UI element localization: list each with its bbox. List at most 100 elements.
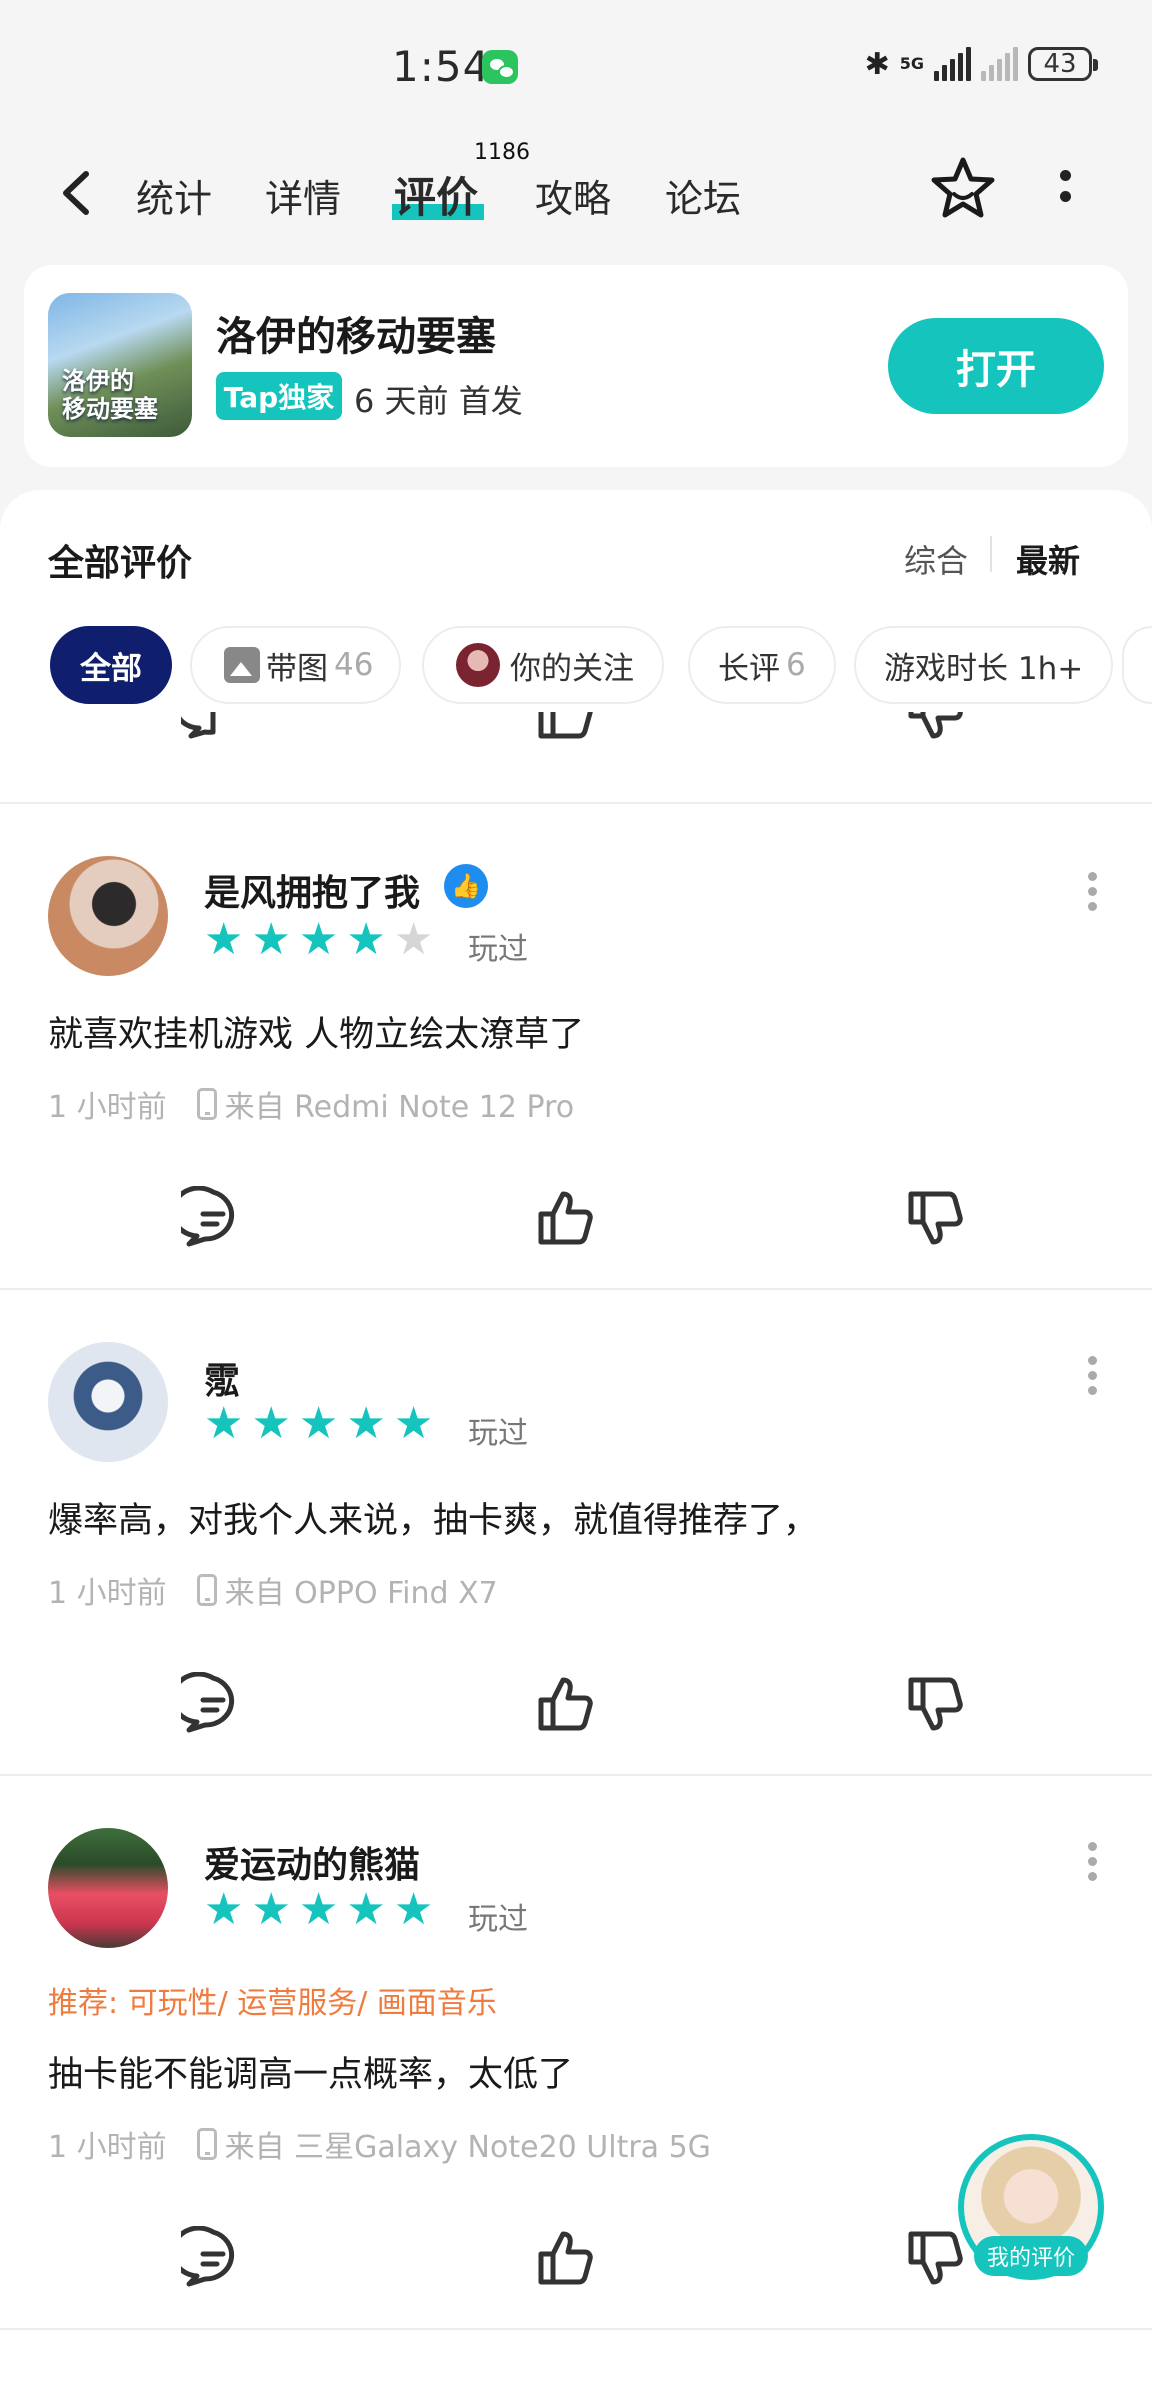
star-rating: ★ ★ ★ ★ ★ [204, 918, 433, 962]
bluetooth-icon: ✱ [864, 46, 890, 82]
sort-divider [990, 536, 992, 572]
reviews-title: 全部评价 [48, 543, 193, 584]
phone-icon [196, 1574, 217, 1606]
prev-review-actions [0, 712, 1152, 762]
comment-icon[interactable] [181, 1672, 245, 1736]
filter-label: 你的关注 [510, 650, 634, 687]
battery-icon: 43 [1028, 47, 1098, 81]
review-text[interactable]: 爆率高，对我个人来说，抽卡爽，就值得推荐了， [48, 1492, 818, 1543]
star-rating: ★ ★ ★ ★ ★ [204, 1402, 433, 1446]
wechat-notification-icon [482, 50, 518, 84]
open-game-button[interactable]: 打开 [888, 318, 1104, 414]
game-title[interactable]: 洛伊的移动要塞 [216, 304, 496, 362]
play-status: 玩过 [468, 1416, 528, 1451]
review-divider [0, 1774, 1152, 1776]
filter-count: 6 [786, 647, 806, 683]
review-meta: 1 小时前 来自 三星Galaxy Note20 Ultra 5G [48, 2122, 711, 2166]
avatar[interactable] [48, 1828, 168, 1948]
review-meta: 1 小时前 来自 OPPO Find X7 [48, 1568, 498, 1612]
verified-icon: 👍 [444, 864, 488, 908]
star-icon: ★ [298, 1398, 339, 1449]
filter-all[interactable]: 全部 [50, 626, 172, 704]
thumbs-up-icon[interactable] [533, 2226, 597, 2290]
sort-latest[interactable]: 最新 [1016, 536, 1080, 582]
more-options-icon[interactable] [1060, 170, 1072, 214]
thumbs-down-icon[interactable] [903, 1672, 967, 1736]
star-icon: ★ [393, 1884, 434, 1935]
review-device: 来自 OPPO Find X7 [224, 1576, 498, 1611]
release-info: 6 天前 首发 [354, 382, 523, 420]
signal-2-icon [981, 47, 1018, 81]
star-icon: ★ [251, 914, 291, 965]
comment-icon[interactable] [181, 1186, 245, 1250]
avatar[interactable] [48, 1342, 168, 1462]
thumbs-down-icon[interactable] [903, 2226, 967, 2290]
filter-count: 46 [334, 647, 374, 683]
review-username[interactable]: 是风拥抱了我 [204, 864, 420, 916]
battery-level: 43 [1043, 49, 1077, 79]
thumbs-up-icon[interactable] [533, 712, 597, 744]
review-divider [0, 802, 1152, 804]
status-time: 1:54 [392, 42, 491, 91]
game-icon-text: 洛伊的 移动要塞 [62, 367, 158, 423]
tab-guides[interactable]: 攻略 [535, 168, 611, 223]
review-username[interactable]: 霐 [204, 1352, 240, 1404]
reviews-panel [0, 490, 1152, 2390]
game-icon[interactable]: 洛伊的 移动要塞 [48, 293, 192, 437]
phone-icon [196, 2128, 217, 2160]
network-type: 5G [899, 54, 924, 73]
star-icon: ★ [298, 1884, 339, 1935]
signal-icon [934, 47, 971, 81]
review-text[interactable]: 就喜欢挂机游戏 人物立绘太潦草了 [48, 1006, 584, 1057]
favorite-star-icon[interactable] [928, 154, 998, 224]
filter-with-images[interactable]: 带图 46 [190, 626, 402, 704]
star-empty-icon: ★ [393, 914, 434, 965]
play-status: 玩过 [468, 932, 528, 967]
star-icon: ★ [298, 914, 339, 965]
review-divider [0, 2328, 1152, 2330]
filter-following[interactable]: 你的关注 [422, 626, 664, 704]
tab-stats[interactable]: 统计 [136, 168, 212, 223]
tab-forum[interactable]: 论坛 [665, 168, 741, 223]
review-text[interactable]: 抽卡能不能调高一点概率，太低了 [48, 2046, 573, 2097]
star-icon: ★ [204, 1884, 244, 1935]
my-review-label[interactable]: 我的评价 [974, 2236, 1088, 2276]
back-arrow-icon[interactable] [58, 170, 94, 216]
play-status: 玩过 [468, 1902, 528, 1937]
review-time: 1 小时前 [48, 1090, 167, 1125]
review-more-icon[interactable] [1088, 1842, 1098, 1882]
review-more-icon[interactable] [1088, 1356, 1098, 1396]
tab-reviews[interactable]: 评价 [394, 164, 478, 225]
star-icon: ★ [204, 914, 244, 965]
avatar[interactable] [48, 856, 168, 976]
filter-label: 游戏时长 1h+ [884, 650, 1084, 687]
thumbs-up-icon[interactable] [533, 1672, 597, 1736]
filter-long-review[interactable]: 长评 6 [688, 626, 836, 704]
star-icon: ★ [346, 1398, 386, 1449]
tap-exclusive-badge: Tap独家 [216, 372, 342, 420]
thumbs-up-icon[interactable] [533, 1186, 597, 1250]
tab-details[interactable]: 详情 [265, 168, 341, 223]
star-icon: ★ [346, 1884, 386, 1935]
review-username[interactable]: 爱运动的熊猫 [204, 1836, 420, 1888]
recommend-tags: 推荐: 可玩性/ 运营服务/ 画面音乐 [48, 1986, 497, 2021]
thumbs-down-icon[interactable] [903, 712, 967, 744]
review-device: 来自 三星Galaxy Note20 Ultra 5G [224, 2130, 711, 2165]
thumbs-down-icon[interactable] [903, 1186, 967, 1250]
comment-icon[interactable] [181, 712, 245, 744]
review-time: 1 小时前 [48, 1576, 167, 1611]
review-device: 来自 Redmi Note 12 Pro [224, 1090, 575, 1125]
comment-icon[interactable] [181, 2226, 245, 2290]
following-avatar-icon [456, 643, 500, 687]
filter-label: 长评 [718, 650, 780, 687]
filter-label: 全部 [80, 650, 142, 687]
review-time: 1 小时前 [48, 2130, 167, 2165]
star-icon: ★ [251, 1398, 291, 1449]
review-more-icon[interactable] [1088, 872, 1098, 912]
review-divider [0, 1288, 1152, 1290]
star-icon: ★ [251, 1884, 291, 1935]
sort-comprehensive[interactable]: 综合 [904, 536, 968, 582]
filter-playtime[interactable]: 游戏时长 1h+ [854, 626, 1114, 704]
star-icon: ★ [346, 914, 386, 965]
image-icon [224, 647, 260, 683]
